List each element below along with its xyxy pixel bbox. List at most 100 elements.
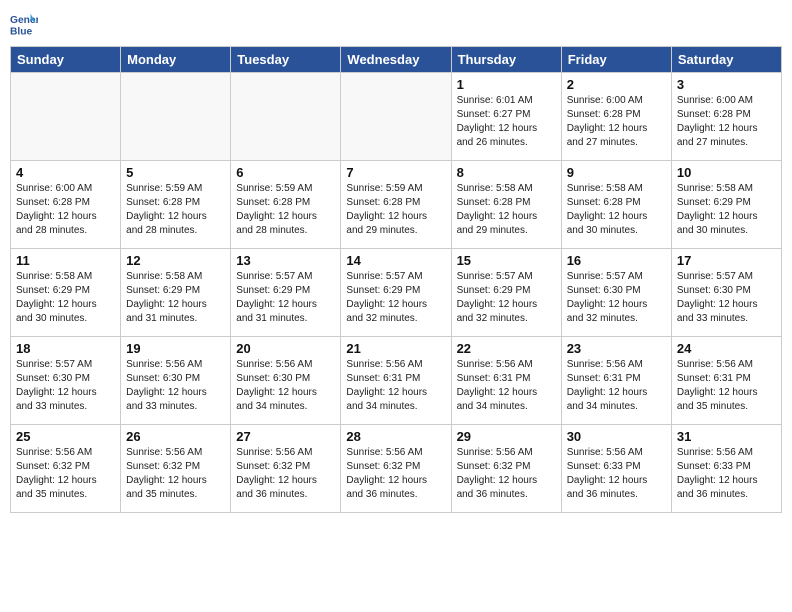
calendar-cell: 26 Sunrise: 5:56 AM Sunset: 6:32 PM Dayli… <box>121 425 231 513</box>
calendar-cell: 13 Sunrise: 5:57 AM Sunset: 6:29 PM Dayli… <box>231 249 341 337</box>
calendar-cell <box>341 73 451 161</box>
column-header-friday: Friday <box>561 47 671 73</box>
calendar-cell: 30 Sunrise: 5:56 AM Sunset: 6:33 PM Dayli… <box>561 425 671 513</box>
day-info: Sunrise: 6:01 AM Sunset: 6:27 PM Dayligh… <box>457 94 556 150</box>
day-number: 30 <box>567 429 666 444</box>
day-number: 8 <box>457 165 556 180</box>
calendar-cell: 1 Sunrise: 6:01 AM Sunset: 6:27 PM Daylig… <box>451 73 561 161</box>
logo-icon: General Blue <box>10 10 38 38</box>
calendar-cell: 5 Sunrise: 5:59 AM Sunset: 6:28 PM Daylig… <box>121 161 231 249</box>
day-info: Sunrise: 5:56 AM Sunset: 6:32 PM Dayligh… <box>457 446 556 502</box>
calendar-cell: 11 Sunrise: 5:58 AM Sunset: 6:29 PM Dayli… <box>11 249 121 337</box>
calendar-cell: 16Sunrise: 5:57 AM Sunset: 6:30 PM Dayli… <box>561 249 671 337</box>
day-info: Sunrise: 5:58 AM Sunset: 6:28 PM Dayligh… <box>567 182 666 238</box>
day-number: 10 <box>677 165 776 180</box>
day-number: 18 <box>16 341 115 356</box>
day-number: 22 <box>457 341 556 356</box>
day-number: 17 <box>677 253 776 268</box>
day-info: Sunrise: 5:57 AM Sunset: 6:29 PM Dayligh… <box>346 270 445 326</box>
day-number: 6 <box>236 165 335 180</box>
calendar-cell: 31Sunrise: 5:56 AM Sunset: 6:33 PM Dayli… <box>671 425 781 513</box>
calendar-cell: 23 Sunrise: 5:56 AM Sunset: 6:31 PM Dayli… <box>561 337 671 425</box>
day-number: 28 <box>346 429 445 444</box>
calendar-cell: 22 Sunrise: 5:56 AM Sunset: 6:31 PM Dayli… <box>451 337 561 425</box>
day-number: 26 <box>126 429 225 444</box>
day-number: 5 <box>126 165 225 180</box>
day-info: Sunrise: 5:56 AM Sunset: 6:32 PM Dayligh… <box>236 446 335 502</box>
calendar-cell <box>231 73 341 161</box>
calendar-cell: 8 Sunrise: 5:58 AM Sunset: 6:28 PM Daylig… <box>451 161 561 249</box>
day-number: 19 <box>126 341 225 356</box>
day-info: Sunrise: 5:58 AM Sunset: 6:29 PM Dayligh… <box>677 182 776 238</box>
calendar-cell: 28 Sunrise: 5:56 AM Sunset: 6:32 PM Dayli… <box>341 425 451 513</box>
calendar-cell: 24 Sunrise: 5:56 AM Sunset: 6:31 PM Dayli… <box>671 337 781 425</box>
day-number: 12 <box>126 253 225 268</box>
day-info: Sunrise: 5:57 AM Sunset: 6:29 PM Dayligh… <box>457 270 556 326</box>
day-info: Sunrise: 5:56 AM Sunset: 6:31 PM Dayligh… <box>567 358 666 414</box>
day-info: Sunrise: 5:57 AM Sunset: 6:29 PM Dayligh… <box>236 270 335 326</box>
day-info: Sunrise: 5:58 AM Sunset: 6:28 PM Dayligh… <box>457 182 556 238</box>
column-header-wednesday: Wednesday <box>341 47 451 73</box>
day-number: 11 <box>16 253 115 268</box>
column-header-sunday: Sunday <box>11 47 121 73</box>
calendar-cell: 14 Sunrise: 5:57 AM Sunset: 6:29 PM Dayli… <box>341 249 451 337</box>
day-info: Sunrise: 5:59 AM Sunset: 6:28 PM Dayligh… <box>126 182 225 238</box>
day-number: 7 <box>346 165 445 180</box>
day-number: 13 <box>236 253 335 268</box>
day-number: 1 <box>457 77 556 92</box>
day-number: 16 <box>567 253 666 268</box>
day-number: 9 <box>567 165 666 180</box>
day-number: 2 <box>567 77 666 92</box>
column-header-saturday: Saturday <box>671 47 781 73</box>
column-header-thursday: Thursday <box>451 47 561 73</box>
day-info: Sunrise: 5:56 AM Sunset: 6:32 PM Dayligh… <box>16 446 115 502</box>
day-info: Sunrise: 5:56 AM Sunset: 6:30 PM Dayligh… <box>236 358 335 414</box>
column-header-monday: Monday <box>121 47 231 73</box>
calendar-cell <box>11 73 121 161</box>
day-number: 15 <box>457 253 556 268</box>
calendar-cell: 15 Sunrise: 5:57 AM Sunset: 6:29 PM Dayli… <box>451 249 561 337</box>
calendar-cell <box>121 73 231 161</box>
day-info: Sunrise: 5:56 AM Sunset: 6:33 PM Dayligh… <box>567 446 666 502</box>
calendar-cell: 20Sunrise: 5:56 AM Sunset: 6:30 PM Dayli… <box>231 337 341 425</box>
day-info: Sunrise: 5:56 AM Sunset: 6:31 PM Dayligh… <box>457 358 556 414</box>
calendar-cell: 6 Sunrise: 5:59 AM Sunset: 6:28 PM Daylig… <box>231 161 341 249</box>
day-info: Sunrise: 5:59 AM Sunset: 6:28 PM Dayligh… <box>346 182 445 238</box>
day-number: 3 <box>677 77 776 92</box>
calendar-cell: 12 Sunrise: 5:58 AM Sunset: 6:29 PM Dayli… <box>121 249 231 337</box>
calendar-cell: 25 Sunrise: 5:56 AM Sunset: 6:32 PM Dayli… <box>11 425 121 513</box>
column-header-tuesday: Tuesday <box>231 47 341 73</box>
calendar-cell: 18 Sunrise: 5:57 AM Sunset: 6:30 PM Dayli… <box>11 337 121 425</box>
day-number: 23 <box>567 341 666 356</box>
day-info: Sunrise: 5:58 AM Sunset: 6:29 PM Dayligh… <box>126 270 225 326</box>
calendar-cell: 27 Sunrise: 5:56 AM Sunset: 6:32 PM Dayli… <box>231 425 341 513</box>
calendar-cell: 21Sunrise: 5:56 AM Sunset: 6:31 PM Dayli… <box>341 337 451 425</box>
day-number: 24 <box>677 341 776 356</box>
calendar-cell: 10 Sunrise: 5:58 AM Sunset: 6:29 PM Dayli… <box>671 161 781 249</box>
day-info: Sunrise: 5:56 AM Sunset: 6:32 PM Dayligh… <box>346 446 445 502</box>
day-number: 4 <box>16 165 115 180</box>
day-info: Sunrise: 6:00 AM Sunset: 6:28 PM Dayligh… <box>677 94 776 150</box>
day-info: Sunrise: 5:56 AM Sunset: 6:30 PM Dayligh… <box>126 358 225 414</box>
day-info: Sunrise: 6:00 AM Sunset: 6:28 PM Dayligh… <box>16 182 115 238</box>
calendar-cell: 3 Sunrise: 6:00 AM Sunset: 6:28 PM Daylig… <box>671 73 781 161</box>
day-number: 14 <box>346 253 445 268</box>
day-number: 31 <box>677 429 776 444</box>
day-number: 25 <box>16 429 115 444</box>
day-info: Sunrise: 5:57 AM Sunset: 6:30 PM Dayligh… <box>677 270 776 326</box>
page-header: General Blue <box>10 10 782 38</box>
day-info: Sunrise: 5:58 AM Sunset: 6:29 PM Dayligh… <box>16 270 115 326</box>
day-number: 27 <box>236 429 335 444</box>
calendar-cell: 7 Sunrise: 5:59 AM Sunset: 6:28 PM Daylig… <box>341 161 451 249</box>
day-info: Sunrise: 5:56 AM Sunset: 6:31 PM Dayligh… <box>677 358 776 414</box>
calendar-cell: 19 Sunrise: 5:56 AM Sunset: 6:30 PM Dayli… <box>121 337 231 425</box>
day-info: Sunrise: 5:57 AM Sunset: 6:30 PM Dayligh… <box>16 358 115 414</box>
calendar-cell: 4 Sunrise: 6:00 AM Sunset: 6:28 PM Daylig… <box>11 161 121 249</box>
day-number: 21 <box>346 341 445 356</box>
day-info: Sunrise: 5:56 AM Sunset: 6:32 PM Dayligh… <box>126 446 225 502</box>
calendar-cell: 9 Sunrise: 5:58 AM Sunset: 6:28 PM Daylig… <box>561 161 671 249</box>
day-info: Sunrise: 5:59 AM Sunset: 6:28 PM Dayligh… <box>236 182 335 238</box>
calendar-cell: 17 Sunrise: 5:57 AM Sunset: 6:30 PM Dayli… <box>671 249 781 337</box>
svg-text:Blue: Blue <box>10 26 33 37</box>
calendar-cell: 2Sunrise: 6:00 AM Sunset: 6:28 PM Daylig… <box>561 73 671 161</box>
